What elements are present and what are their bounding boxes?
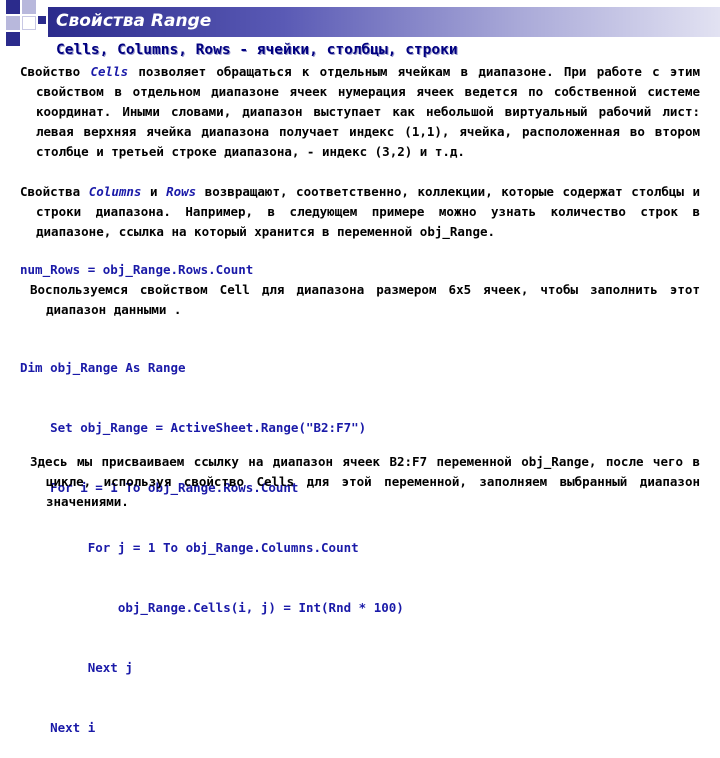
paragraph-cell-example: Воспользуемся свойством Cell для диапазо… — [30, 280, 700, 320]
deco-square — [6, 16, 20, 30]
code-line: obj_Range.Cells(i, j) = Int(Rnd * 100) — [20, 600, 404, 615]
code-line: Next i — [20, 720, 96, 735]
slide-subtitle: Cells, Columns, Rows - ячейки, столбцы, … — [56, 42, 458, 58]
deco-square — [22, 16, 36, 30]
deco-square — [6, 32, 20, 46]
code-line-num-rows: num_Rows = obj_Range.Rows.Count — [20, 262, 254, 277]
para2-mid: и — [141, 184, 167, 199]
paragraph-cell-example-text: Воспользуемся свойством Cell для диапазо… — [30, 282, 700, 317]
paragraph-columns-rows: Свойства Columns и Rows возвращают, соот… — [20, 182, 700, 242]
para1-lead: Свойство — [20, 64, 91, 79]
deco-square — [22, 0, 36, 14]
para1-rest: позволяет обращаться к отдельным ячейкам… — [36, 64, 700, 159]
keyword-cells: Cells — [90, 64, 129, 79]
deco-square — [38, 16, 46, 24]
code-line: For j = 1 To obj_Range.Columns.Count — [20, 540, 359, 555]
code-line: Set obj_Range = ActiveSheet.Range("B2:F7… — [20, 420, 367, 435]
keyword-rows: Rows — [166, 184, 197, 199]
code-line: Next j — [20, 660, 133, 675]
paragraph-cells: Свойство Cells позволяет обращаться к от… — [20, 62, 700, 162]
para2-lead: Свойства — [20, 184, 89, 199]
paragraph-summary: Здесь мы присваиваем ссылку на диапазон … — [30, 452, 700, 512]
paragraph-columns-rows-text: Свойства Columns и Rows возвращают, соот… — [20, 182, 700, 242]
code-block: Dim obj_Range As Range Set obj_Range = A… — [20, 318, 404, 758]
code-line: Dim obj_Range As Range — [20, 360, 186, 375]
keyword-columns: Columns — [88, 184, 142, 199]
deco-square — [6, 0, 20, 14]
paragraph-cells-text: Свойство Cells позволяет обращаться к от… — [20, 62, 700, 162]
slide-title: Свойства Range — [56, 11, 212, 31]
paragraph-summary-text: Здесь мы присваиваем ссылку на диапазон … — [30, 454, 700, 509]
